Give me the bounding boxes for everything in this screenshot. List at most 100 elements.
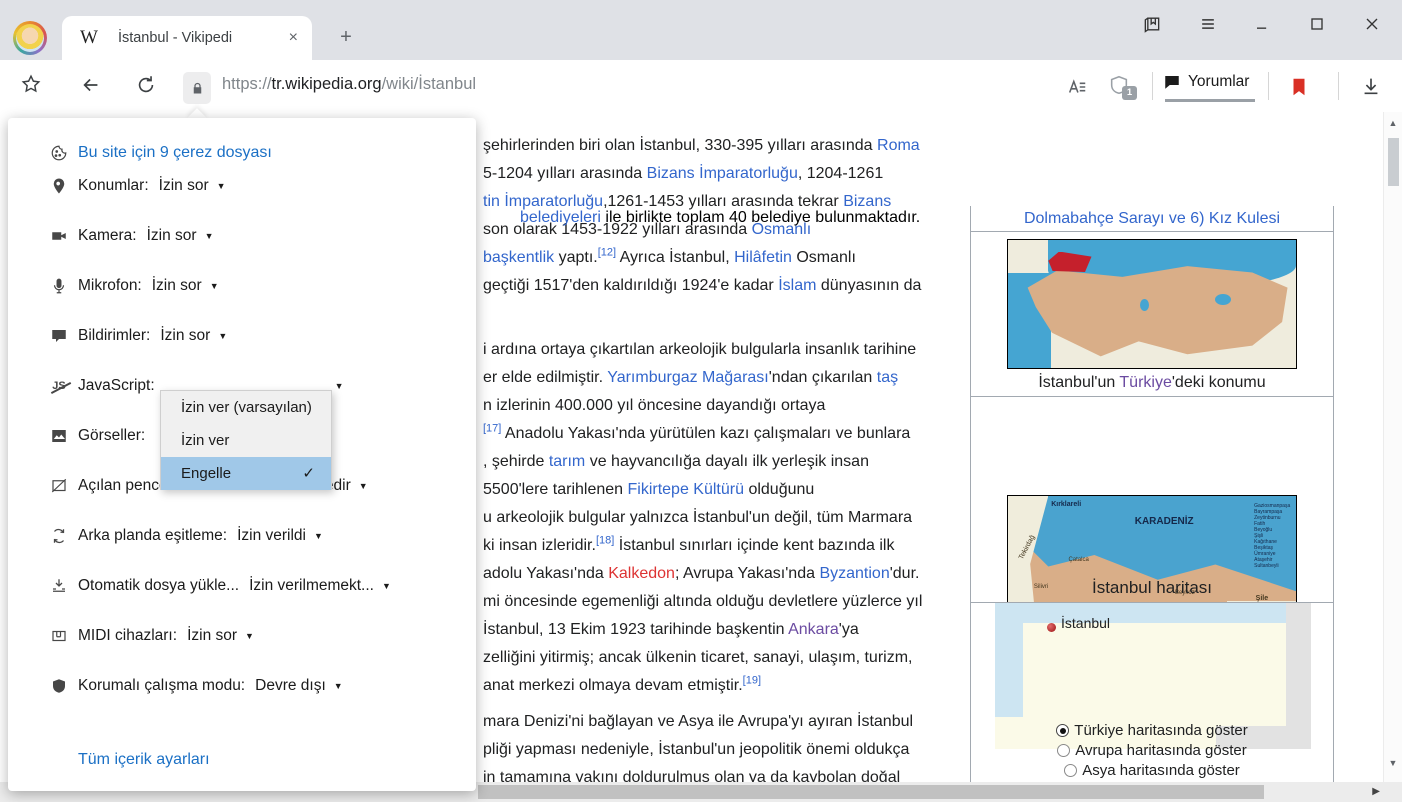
chevron-down-icon[interactable]: ▼ — [218, 331, 227, 341]
article-line: başkentlik yaptı.[12] Ayrıca İstanbul, H… — [483, 244, 921, 272]
collections-icon[interactable] — [1138, 14, 1166, 42]
comment-bubble-icon — [1163, 73, 1181, 91]
wikipedia-favicon: W — [80, 27, 98, 49]
chevron-down-icon[interactable]: ▼ — [334, 681, 343, 691]
infobox-top-caption-link[interactable]: Dolmabahçe Sarayı ve 6) Kız Kulesi — [971, 210, 1333, 228]
article-link[interactable]: Ankara — [788, 621, 839, 638]
new-tab-button[interactable]: + — [334, 26, 358, 50]
sea-shape — [995, 603, 1311, 623]
chevron-down-icon[interactable]: ▼ — [314, 531, 323, 541]
scroll-up-icon[interactable]: ▲ — [1384, 118, 1402, 128]
maximize-icon[interactable] — [1303, 14, 1331, 42]
all-content-settings-row[interactable]: Tüm içerik ayarları — [8, 744, 476, 776]
permission-label: Konumlar: — [78, 177, 149, 195]
menu-item-allow[interactable]: İzin ver — [161, 424, 331, 457]
map-radio-option[interactable]: Türkiye haritasında göster — [971, 722, 1333, 739]
chevron-down-icon[interactable]: ▼ — [217, 181, 226, 191]
refresh-icon[interactable] — [135, 74, 157, 101]
article-paragraph: i ardına ortaya çıkartılan arkeolojik bu… — [483, 336, 922, 700]
text-fragment: geçtiği 1517'den kaldırıldığı 1924'e kad… — [483, 277, 778, 294]
article-line: adolu Yakası'nda Kalkedon; Avrupa Yakası… — [483, 560, 922, 588]
vertical-scroll-thumb[interactable] — [1388, 138, 1399, 186]
permission-value-dropdown[interactable]: İzin verilmemekt... — [249, 577, 374, 595]
chevron-down-icon[interactable]: ▼ — [359, 481, 368, 491]
chevron-down-icon[interactable]: ▼ — [210, 281, 219, 291]
reference-link[interactable]: [17] — [483, 423, 501, 435]
downloads-icon[interactable] — [1360, 75, 1382, 102]
article-link[interactable]: Bizans — [843, 193, 891, 210]
article-link[interactable]: taş — [877, 369, 898, 386]
permission-value-dropdown[interactable]: İzin sor — [147, 227, 197, 245]
chevron-down-icon[interactable]: ▼ — [245, 631, 254, 641]
turkey-provinces-map[interactable] — [1007, 239, 1297, 369]
permission-value-dropdown[interactable]: Devre dışı — [255, 677, 326, 695]
menu-item-block[interactable]: Engelle ✓ — [161, 457, 331, 490]
chevron-down-icon[interactable]: ▼ — [335, 381, 344, 391]
article-link[interactable]: Yarımburgaz Mağarası — [607, 369, 769, 386]
article-link[interactable]: Bizans İmparatorluğu — [647, 165, 798, 182]
article-link[interactable]: İslam — [778, 277, 816, 294]
permission-label: Mikrofon: — [78, 277, 142, 295]
article-link[interactable]: Hilâfetin — [734, 249, 792, 266]
auto-download-icon — [48, 577, 70, 595]
article-link[interactable]: Roma — [877, 137, 920, 154]
text-fragment: İstanbul sınırları içinde kent bazında i… — [614, 537, 894, 554]
close-icon[interactable] — [1358, 14, 1386, 42]
article-link[interactable]: Byzantion — [819, 565, 889, 582]
permission-value-dropdown[interactable]: İzin sor — [152, 277, 202, 295]
site-permissions-button[interactable] — [183, 72, 211, 104]
article-link[interactable]: tin İmparatorluğu — [483, 193, 603, 210]
vertical-scrollbar[interactable]: ▲ ▼ — [1383, 112, 1402, 782]
article-line: mi öncesinde egemenliği altında olduğu d… — [483, 588, 922, 616]
permission-row-midi: MIDI cihazları: İzin sor ▼ — [8, 620, 476, 652]
cookie-files-link[interactable]: Bu site için 9 çerez dosyası — [78, 144, 272, 162]
browser-tab[interactable]: W İstanbul - Vikipedi × — [62, 16, 312, 60]
menu-icon[interactable] — [1194, 14, 1222, 42]
article-line: i ardına ortaya çıkartılan arkeolojik bu… — [483, 336, 922, 364]
article-link[interactable]: Kalkedon — [608, 565, 675, 582]
reference-link[interactable]: [12] — [598, 247, 616, 259]
chevron-down-icon[interactable]: ▼ — [382, 581, 391, 591]
permission-value-dropdown[interactable]: İzin sor — [160, 327, 210, 345]
favorite-star-icon[interactable] — [20, 73, 42, 100]
menu-item-allow-default[interactable]: İzin ver (varsayılan) — [161, 391, 331, 424]
avatar-face — [16, 24, 44, 52]
text-fragment: adolu Yakası'nda — [483, 565, 608, 582]
url-text[interactable]: https://tr.wikipedia.org/wiki/İstanbul — [222, 75, 476, 94]
back-icon[interactable] — [80, 74, 102, 101]
immersive-reader-icon[interactable] — [1066, 76, 1088, 103]
article-link[interactable]: başkentlik — [483, 249, 554, 266]
permission-value-dropdown[interactable]: İzin verildi — [237, 527, 306, 545]
radio-selected-icon[interactable] — [1056, 724, 1069, 737]
sea-label: KARADENİZ — [1135, 516, 1194, 527]
article-link[interactable]: belediyeleri — [520, 209, 601, 226]
map-radio-option[interactable]: Asya haritasında göster — [971, 762, 1333, 779]
text-fragment: u arkeolojik bulgular yalnızca İstanbul'… — [483, 509, 912, 526]
chevron-down-icon[interactable]: ▼ — [205, 231, 214, 241]
permission-value-dropdown[interactable]: İzin sor — [159, 177, 209, 195]
tab-close-icon[interactable]: × — [289, 29, 298, 47]
reference-link[interactable]: [18] — [596, 535, 614, 547]
turkiye-link[interactable]: Türkiye — [1119, 374, 1171, 391]
article-link[interactable]: tarım — [549, 453, 585, 470]
minimize-icon[interactable] — [1248, 14, 1276, 42]
radio-icon[interactable] — [1057, 744, 1070, 757]
permission-row-notifications: Bildirimler: İzin sor ▼ — [8, 320, 476, 352]
comments-button[interactable]: Yorumlar — [1163, 73, 1249, 91]
all-content-settings-link[interactable]: Tüm içerik ayarları — [78, 751, 210, 769]
cookies-row[interactable]: Bu site için 9 çerez dosyası — [8, 137, 476, 169]
map-radio-option[interactable]: Avrupa haritasında göster — [971, 742, 1333, 759]
article-line: u arkeolojik bulgular yalnızca İstanbul'… — [483, 504, 922, 532]
permission-label: Otomatik dosya yükle... — [78, 577, 239, 595]
radio-icon[interactable] — [1064, 764, 1077, 777]
reference-link[interactable]: [19] — [743, 675, 761, 687]
permission-label: Kamera: — [78, 227, 137, 245]
scroll-down-icon[interactable]: ▼ — [1384, 758, 1402, 768]
article-link[interactable]: Fikirtepe Kültürü — [628, 481, 745, 498]
horizontal-scroll-thumb[interactable] — [478, 785, 1264, 799]
favorites-bookmark-icon[interactable] — [1288, 76, 1310, 103]
scroll-right-icon[interactable]: ▶ — [1372, 786, 1380, 797]
permission-value-dropdown[interactable]: İzin sor — [187, 627, 237, 645]
article-line: mara Denizi'ni bağlayan ve Asya ile Avru… — [483, 708, 913, 736]
profile-avatar[interactable] — [13, 21, 47, 55]
